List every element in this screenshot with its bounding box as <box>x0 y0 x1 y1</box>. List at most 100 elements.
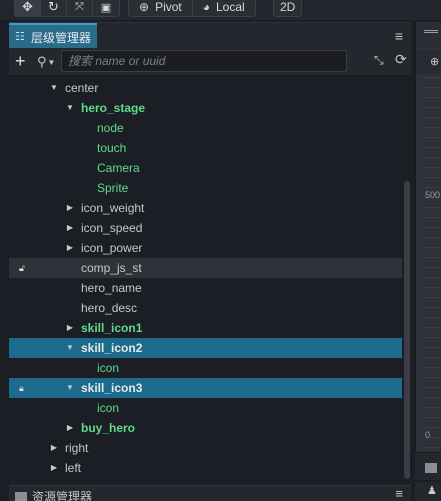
tree-node-icon[interactable]: icon <box>9 358 402 378</box>
collapsed-arrow-icon[interactable]: ▶ <box>65 218 75 238</box>
tree-node-label: buy_hero <box>81 421 136 435</box>
collapse-all-icon[interactable]: ⤡ <box>374 53 384 68</box>
tree-node-node[interactable]: node <box>9 118 402 138</box>
refresh-icon[interactable]: ⟳ <box>395 51 407 68</box>
tree-node-label: Sprite <box>97 181 129 195</box>
mode-2d-button[interactable]: 2D <box>274 0 301 16</box>
tree-scrollbar[interactable] <box>404 181 410 479</box>
tree-node-label: skill_icon2 <box>81 341 143 355</box>
transform-tool-group: ✥ ↻ ⤧ ▣ <box>14 0 120 17</box>
mode-2d-label: 2D <box>280 0 296 14</box>
brush-icon: ♟ <box>427 485 437 497</box>
panel-menu-icon[interactable]: ≡ <box>395 28 403 44</box>
expand-arrow-icon[interactable]: ▼ <box>65 98 75 118</box>
tab-hierarchy-label: 层级管理器 <box>31 30 92 45</box>
tree-node-label: skill_icon3 <box>81 381 143 395</box>
tree-node-label: icon_weight <box>81 201 145 215</box>
tree-node-skill-icon1[interactable]: ▶ skill_icon1 <box>9 318 402 338</box>
tree-node-label: skill_icon1 <box>81 321 143 335</box>
assets-menu-icon[interactable]: ≡ <box>395 486 403 501</box>
tree-node-hero-name[interactable]: hero_name <box>9 278 402 298</box>
tree-node-hero-stage[interactable]: ▼ hero_stage <box>9 98 402 118</box>
collapsed-arrow-icon[interactable]: ▶ <box>65 318 75 338</box>
scale-icon: ⤧ <box>75 0 84 13</box>
local-button[interactable]: ◕ Local <box>193 0 255 16</box>
scene-icon <box>424 30 438 40</box>
tree-node-label: icon <box>97 361 120 375</box>
tree-node-comp-js-st[interactable]: 🔓︎ comp_js_st <box>9 258 402 278</box>
hierarchy-tabbar: ☷ 层级管理器 ≡ <box>9 22 411 49</box>
tree-node-touch[interactable]: touch <box>9 138 402 158</box>
expand-arrow-icon[interactable]: ▼ <box>49 78 59 98</box>
tree-node-icon-weight[interactable]: ▶ icon_weight <box>9 198 402 218</box>
tab-hierarchy[interactable]: ☷ 层级管理器 <box>9 23 98 49</box>
globe-icon: ◕ <box>202 0 210 14</box>
search-type-dropdown[interactable]: ⚲▼ <box>37 54 55 70</box>
scene-bottom-tab-2[interactable]: ♟ <box>415 482 441 501</box>
collapsed-arrow-icon[interactable]: ▶ <box>65 198 75 218</box>
lock-icon[interactable]: 🔒︎ <box>19 378 24 398</box>
pivot-icon: ⊕ <box>139 0 150 14</box>
folder-icon <box>425 463 437 473</box>
scene-toolbar: ✥ ↻ ⤧ ▣ ⊕ Pivot ◕ Local 2D <box>0 0 441 20</box>
tree-node-sprite[interactable]: Sprite <box>9 178 402 198</box>
target-icon[interactable]: ⊕ <box>430 55 439 68</box>
mode-2d-group: 2D <box>273 0 303 17</box>
tree-node-label: icon_speed <box>81 221 143 235</box>
tree-node-camera[interactable]: Camera <box>9 158 402 178</box>
scene-panel: ⊕ 500 0 <box>415 22 441 460</box>
add-node-button[interactable]: + <box>15 51 26 71</box>
collapsed-arrow-icon[interactable]: ▶ <box>65 418 75 438</box>
ruler-label: 500 <box>425 190 441 200</box>
tab-assets[interactable]: 资源管理器 <box>15 488 92 501</box>
tree-node-buy-hero[interactable]: ▶ buy_hero <box>9 418 402 438</box>
tree-node-label: Camera <box>97 161 140 175</box>
unlock-icon[interactable]: 🔓︎ <box>19 258 25 278</box>
chevron-down-icon: ▼ <box>47 58 56 68</box>
tree-node-label: node <box>97 121 124 135</box>
local-label: Local <box>216 0 245 14</box>
tree-node-hero-desc[interactable]: hero_desc <box>9 298 402 318</box>
tree-node-icon-power[interactable]: ▶ icon_power <box>9 238 402 258</box>
tree-node-right[interactable]: ▶ right <box>9 438 402 458</box>
search-input[interactable] <box>61 50 347 72</box>
folder-icon <box>15 491 27 501</box>
collapsed-arrow-icon[interactable]: ▶ <box>49 458 59 478</box>
tree-node-label: hero_desc <box>81 301 138 315</box>
scale-tool-button[interactable]: ⤧ <box>67 0 93 16</box>
rect-icon: ▣ <box>100 1 112 14</box>
tree-node-skill-icon2[interactable]: ▼ skill_icon2 <box>9 338 402 358</box>
tree-node-icon-speed[interactable]: ▶ icon_speed <box>9 218 402 238</box>
pivot-button[interactable]: ⊕ Pivot <box>129 0 193 16</box>
tree-node-icon[interactable]: icon <box>9 398 402 418</box>
tree-node-label: icon_power <box>81 241 143 255</box>
tree-node-label: comp_js_st <box>81 261 142 275</box>
tree-node-label: icon <box>97 401 120 415</box>
tree-node-label: left <box>65 461 82 475</box>
pivot-local-group: ⊕ Pivot ◕ Local <box>128 0 256 17</box>
pivot-label: Pivot <box>155 0 182 14</box>
collapsed-arrow-icon[interactable]: ▶ <box>65 238 75 258</box>
scene-bottom-tab[interactable] <box>415 452 441 480</box>
move-icon: ✥ <box>22 0 33 14</box>
hierarchy-icon: ☷ <box>15 31 25 43</box>
hierarchy-tree: ▼ center ▼ hero_stage node touch Camera … <box>9 77 411 479</box>
scene-tools: ⊕ <box>416 50 441 74</box>
move-tool-button[interactable]: ✥ <box>15 0 41 16</box>
tree-node-left[interactable]: ▶ left <box>9 458 402 478</box>
search-icon: ⚲ <box>37 54 47 69</box>
tab-assets-label: 资源管理器 <box>32 490 93 501</box>
collapsed-arrow-icon[interactable]: ▶ <box>49 438 59 458</box>
rotate-tool-button[interactable]: ↻ <box>41 0 67 16</box>
expand-arrow-icon[interactable]: ▼ <box>65 338 75 358</box>
tree-node-label: hero_name <box>81 281 142 295</box>
scene-tab[interactable] <box>416 22 441 48</box>
tree-node-label: touch <box>97 141 127 155</box>
tree-node-skill-icon3[interactable]: 🔒︎ ▼ skill_icon3 <box>9 378 402 398</box>
expand-arrow-icon[interactable]: ▼ <box>65 378 75 398</box>
tree-node-center[interactable]: ▼ center <box>9 78 402 98</box>
assets-tabbar: 资源管理器 ≡ <box>9 485 411 501</box>
tree-node-label: center <box>65 81 99 95</box>
rect-tool-button[interactable]: ▣ <box>93 0 119 16</box>
ruler-label: 0 <box>425 430 431 440</box>
